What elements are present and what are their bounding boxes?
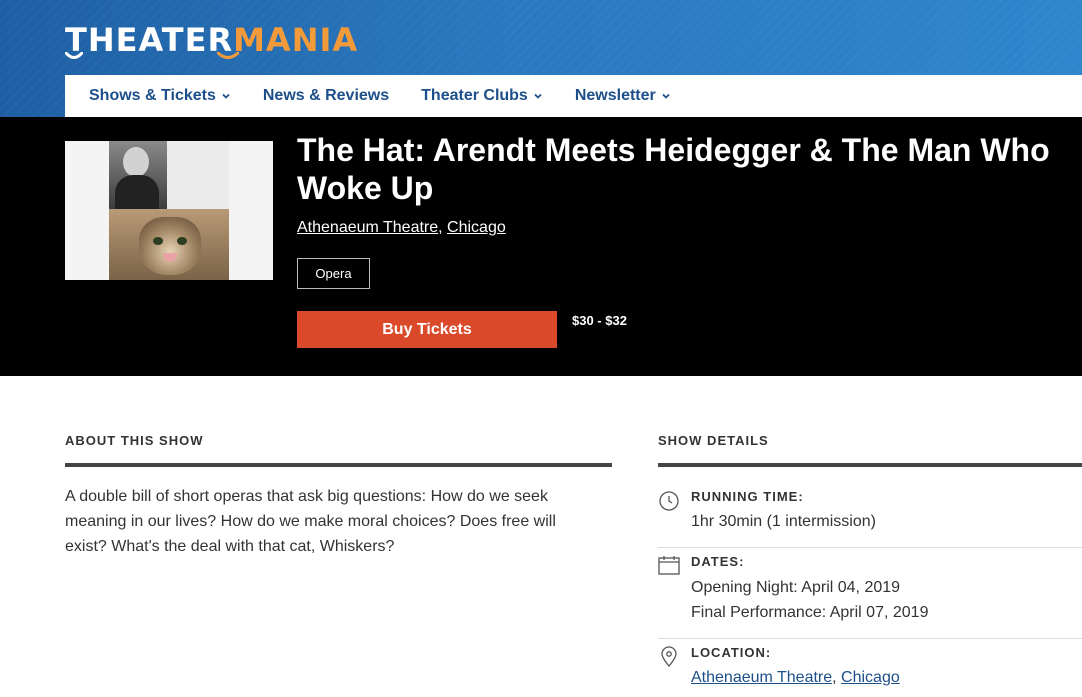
detail-separator [658, 547, 1082, 548]
running-time-row: RUNNING TIME: 1hr 30min (1 intermission) [658, 489, 1082, 547]
opening-night: Opening Night: April 04, 2019 [691, 579, 901, 596]
logo-smile-icon [65, 52, 83, 59]
calendar-icon [658, 556, 680, 575]
nav-shows-tickets[interactable]: Shows & Tickets [89, 87, 231, 105]
map-pin-icon [661, 646, 677, 667]
dates-label: DATES: [691, 554, 745, 569]
show-hero: The Hat: Arendt Meets Heidegger & The Ma… [0, 117, 1082, 376]
price-range: $30 - $32 [572, 313, 627, 328]
location-label: LOCATION: [691, 645, 772, 660]
venue-separator: , [438, 219, 443, 236]
venue-link[interactable]: Athenaeum Theatre [297, 219, 438, 236]
location-city-link[interactable]: Chicago [841, 669, 900, 686]
genre-tag[interactable]: Opera [297, 258, 370, 289]
clock-icon [659, 491, 679, 511]
location-separator: , [832, 669, 837, 686]
show-poster-image[interactable] [65, 141, 273, 280]
chevron-down-icon [662, 93, 670, 99]
running-time-label: RUNNING TIME: [691, 489, 804, 504]
genre-label: Opera [315, 266, 352, 281]
site-header: THEATERMANIA Shows & Tickets News & Revi… [0, 0, 1082, 117]
buy-tickets-button[interactable]: Buy Tickets [297, 311, 557, 348]
logo-smile-accent-icon [217, 52, 239, 59]
nav-label: Theater Clubs [421, 87, 528, 104]
about-description: A double bill of short operas that ask b… [65, 488, 556, 555]
nav-label: Shows & Tickets [89, 87, 216, 104]
chevron-down-icon [222, 93, 230, 99]
main-nav: Shows & Tickets News & Reviews Theater C… [65, 75, 1082, 117]
dates-row: DATES: Opening Night: April 04, 2019 Fin… [658, 554, 1082, 638]
poster-bottom-panel [109, 209, 229, 280]
poster-cat [139, 217, 201, 275]
nav-newsletter[interactable]: Newsletter [575, 87, 671, 105]
poster-artwork [109, 141, 229, 280]
show-title: The Hat: Arendt Meets Heidegger & The Ma… [297, 132, 1050, 206]
details-heading: SHOW DETAILS [658, 433, 769, 448]
logo-text-theater: THEATER [65, 21, 234, 59]
running-time-value: 1hr 30min (1 intermission) [691, 513, 876, 530]
final-performance: Final Performance: April 07, 2019 [691, 604, 929, 621]
nav-theater-clubs[interactable]: Theater Clubs [421, 87, 543, 105]
location-venue-link[interactable]: Athenaeum Theatre [691, 669, 832, 686]
detail-separator [658, 638, 1082, 639]
details-divider [658, 463, 1082, 467]
buy-tickets-label: Buy Tickets [382, 320, 472, 338]
theatermania-logo[interactable]: THEATERMANIA [65, 18, 358, 62]
poster-portrait [109, 141, 167, 209]
city-link[interactable]: Chicago [447, 219, 506, 236]
poster-top-panel [109, 141, 229, 209]
nav-news-reviews[interactable]: News & Reviews [263, 87, 389, 105]
logo-text-mania: MANIA [233, 21, 359, 59]
venue-line: Athenaeum Theatre, Chicago [297, 219, 506, 237]
about-divider [65, 463, 612, 467]
chevron-down-icon [534, 93, 542, 99]
nav-label: News & Reviews [262, 87, 390, 104]
about-heading: ABOUT THIS SHOW [65, 433, 204, 448]
nav-label: Newsletter [574, 87, 656, 104]
location-value: Athenaeum Theatre, Chicago [691, 669, 900, 687]
location-row: LOCATION: Athenaeum Theatre, Chicago [658, 645, 1082, 697]
